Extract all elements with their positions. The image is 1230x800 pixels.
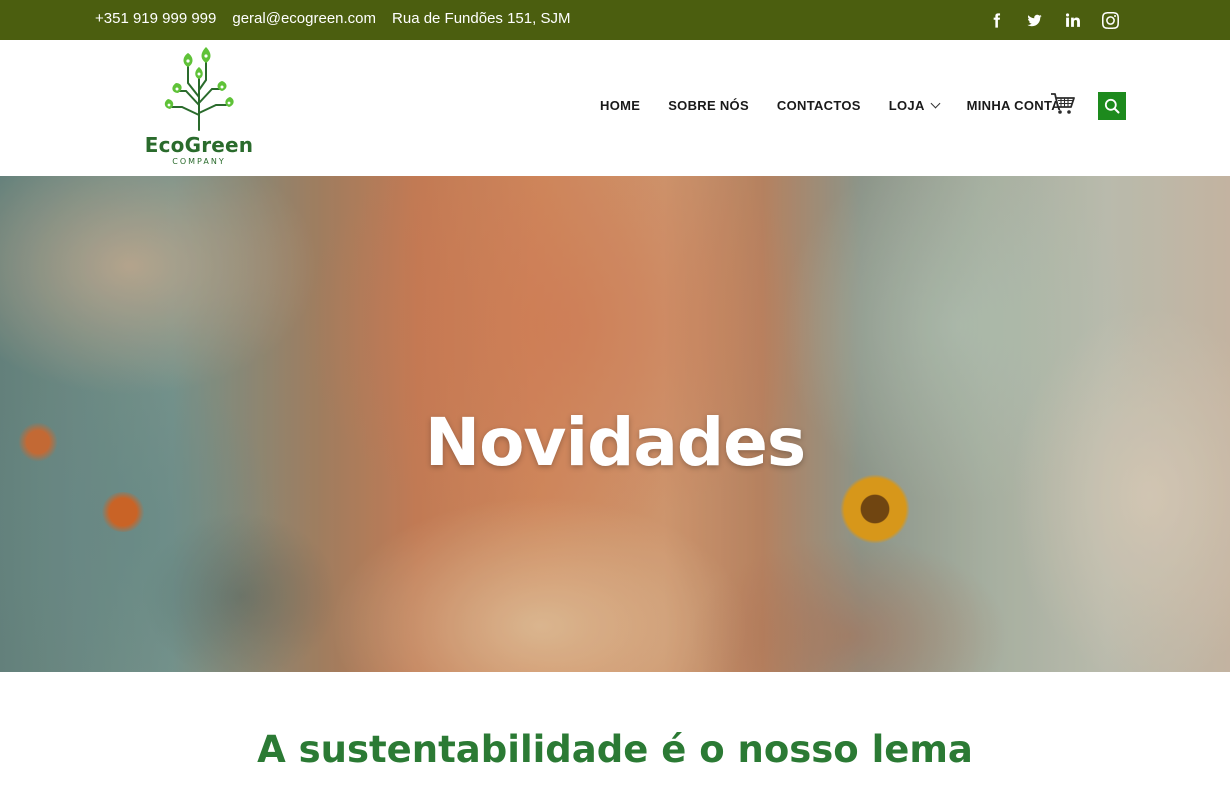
instagram-icon[interactable] bbox=[1100, 10, 1120, 30]
main-nav: HOME SOBRE NÓS CONTACTOS LOJA MINHA CONT… bbox=[600, 98, 1075, 113]
address-text: Rua de Fundões 151, SJM bbox=[392, 10, 571, 27]
nav-home[interactable]: HOME bbox=[600, 98, 640, 113]
nav-sobre-nos[interactable]: SOBRE NÓS bbox=[668, 98, 749, 113]
cart-icon[interactable] bbox=[1050, 92, 1076, 116]
nav-loja[interactable]: LOJA bbox=[888, 98, 941, 113]
logo-wordmark: EcoGreen bbox=[144, 133, 254, 157]
search-icon bbox=[1104, 98, 1120, 114]
social-links bbox=[986, 10, 1120, 30]
nav-loja-label: LOJA bbox=[888, 98, 925, 113]
section-heading: A sustentabilidade é o nosso lema bbox=[257, 728, 973, 771]
site-header: EcoGreen COMPANY HOME SOBRE NÓS CONTACTO… bbox=[0, 40, 1230, 176]
twitter-icon[interactable] bbox=[1024, 10, 1044, 30]
search-button[interactable] bbox=[1098, 92, 1126, 120]
logo[interactable]: EcoGreen COMPANY bbox=[140, 45, 258, 169]
logo-subtitle: COMPANY bbox=[172, 157, 226, 166]
facebook-icon[interactable] bbox=[986, 10, 1006, 30]
nav-contactos[interactable]: CONTACTOS bbox=[777, 98, 861, 113]
hero-title: Novidades bbox=[424, 404, 806, 481]
top-bar: +351 919 999 999 geral@ecogreen.com Rua … bbox=[0, 0, 1230, 40]
linkedin-icon[interactable] bbox=[1062, 10, 1082, 30]
hero-banner: Novidades bbox=[0, 176, 1230, 672]
phone-number[interactable]: +351 919 999 999 bbox=[95, 10, 216, 27]
chevron-down-icon bbox=[930, 98, 941, 108]
email-link[interactable]: geral@ecogreen.com bbox=[232, 10, 376, 27]
nav-minha-conta[interactable]: MINHA CONTA bbox=[967, 98, 1061, 113]
tree-logo-icon bbox=[164, 47, 234, 131]
contact-info: +351 919 999 999 geral@ecogreen.com Rua … bbox=[95, 10, 570, 27]
